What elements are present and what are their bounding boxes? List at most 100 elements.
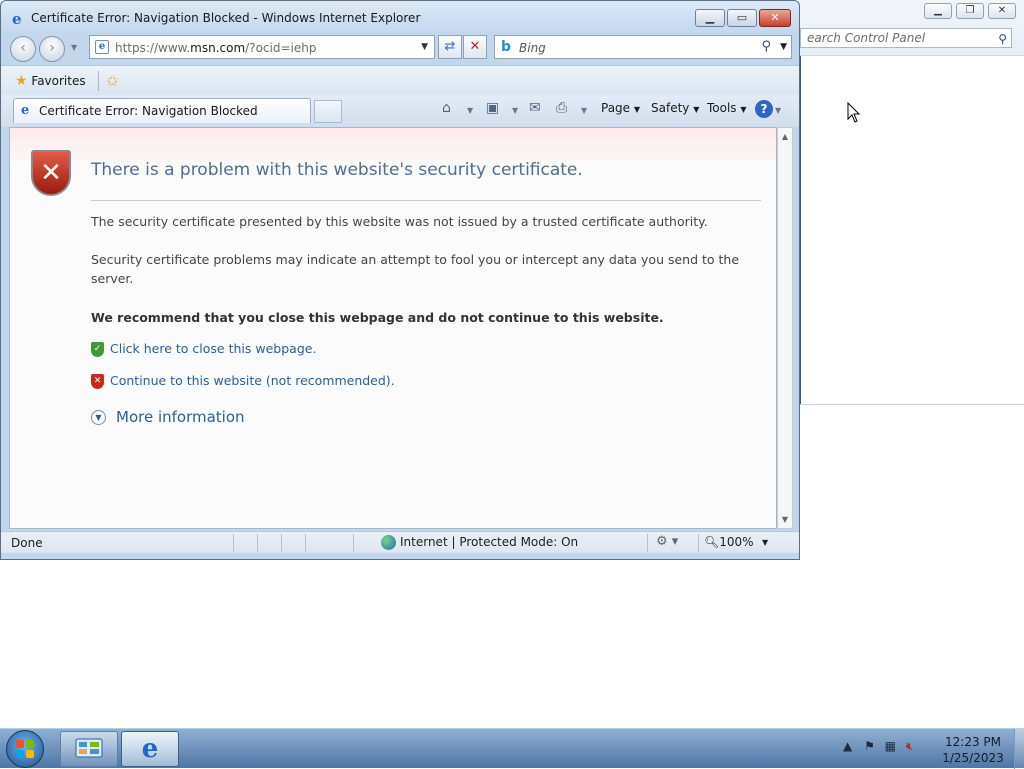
cp-minimize-button[interactable]: ▁ (924, 3, 952, 19)
scroll-up-arrow-icon[interactable]: ▲ (778, 132, 792, 141)
tab-certificate-error[interactable]: e Certificate Error: Navigation Blocked (13, 98, 311, 123)
favorites-label: Favorites (31, 74, 86, 88)
more-information-toggle[interactable]: ▼ More information (91, 408, 245, 426)
help-icon[interactable]: ? (755, 100, 773, 118)
address-url: https://www.msn.com/?ocid=iehp (115, 41, 317, 55)
feeds-icon[interactable]: ▣ (486, 100, 499, 116)
chevron-down-icon: ▼ (633, 105, 641, 114)
favorites-button[interactable]: ★ Favorites (15, 73, 86, 89)
search-placeholder: Bing (519, 41, 546, 55)
print-icon[interactable]: ⎙ (556, 100, 567, 116)
recommendation-text: We recommend that you close this webpage… (91, 310, 664, 325)
popup-blocker-icon[interactable]: ⚙ ▾ (656, 534, 678, 549)
window-title: Certificate Error: Navigation Blocked - … (31, 11, 421, 25)
feeds-dropdown-icon[interactable]: ▼ (512, 106, 518, 115)
stop-button[interactable]: ✕ (463, 35, 487, 59)
more-information-label: More information (116, 408, 245, 426)
heading-divider (91, 200, 761, 201)
status-separator (353, 534, 354, 552)
search-icon[interactable]: ⚲ (998, 30, 1007, 47)
taskbar-control-panel-button[interactable] (60, 731, 118, 767)
control-panel-icon (75, 738, 103, 758)
zoom-icon: 🔍︎ (704, 535, 720, 549)
chevron-down-icon: ▼ (693, 105, 700, 114)
back-button[interactable]: ‹ (10, 36, 36, 62)
command-bar: e Certificate Error: Navigation Blocked … (1, 95, 799, 127)
zoom-dropdown-icon[interactable]: ▼ (762, 538, 768, 547)
home-icon[interactable]: ⌂ (442, 100, 451, 116)
search-options-dropdown-icon[interactable]: ▼ (780, 42, 787, 52)
status-separator (281, 534, 282, 552)
continue-website-row[interactable]: ✕ Continue to this website (not recommend… (91, 373, 395, 389)
internet-explorer-icon: e (141, 734, 159, 764)
taskbar: e ▲ ⚑ ▦ 🔇︎ 12:23 PM 1/25/2023 (0, 728, 1024, 769)
vertical-scrollbar[interactable]: ▲ ▼ (777, 127, 793, 529)
forward-button[interactable]: › (39, 36, 65, 62)
error-paragraph-2: Security certificate problems may indica… (91, 252, 740, 286)
tools-menu-button[interactable]: Tools ▼ (707, 101, 747, 115)
safety-menu-button[interactable]: Safety ▼ (651, 101, 699, 115)
control-panel-window: ▁ ❐ ✕ earch Control Panel ⚲ (790, 0, 1024, 405)
taskbar-internet-explorer-button[interactable]: e (121, 731, 179, 767)
control-panel-search-input[interactable]: earch Control Panel ⚲ (800, 28, 1012, 48)
read-mail-icon[interactable]: ✉ (529, 100, 541, 116)
status-separator (233, 534, 234, 552)
search-box[interactable]: b Bing ⚲ ▼ (494, 35, 792, 59)
action-center-flag-icon[interactable]: ⚑ (864, 739, 875, 753)
ie-logo-icon: e (12, 10, 22, 28)
address-dropdown-icon[interactable]: ▼ (421, 42, 428, 52)
control-panel-titlebar: ▁ ❐ ✕ earch Control Panel ⚲ (790, 0, 1024, 56)
close-button[interactable]: ✕ (759, 9, 791, 27)
page-menu-button[interactable]: Page ▼ (601, 101, 640, 115)
minimize-button[interactable]: ▁ (695, 9, 725, 27)
windows-logo-icon (16, 740, 34, 758)
status-text: Done (11, 536, 43, 550)
close-webpage-link[interactable]: Click here to close this webpage. (110, 341, 316, 356)
ie-window: e Certificate Error: Navigation Blocked … (0, 0, 800, 560)
recent-pages-dropdown-icon[interactable]: ▼ (71, 43, 77, 52)
show-desktop-button[interactable] (1014, 729, 1024, 769)
error-paragraph-1: The security certificate presented by th… (91, 214, 708, 229)
status-separator (698, 534, 699, 552)
search-icon[interactable]: ⚲ (761, 39, 771, 54)
continue-to-website-link[interactable]: Continue to this website (not recommende… (110, 373, 395, 388)
green-shield-check-icon: ✓ (91, 342, 104, 357)
chevron-down-icon: ▼ (740, 105, 747, 114)
ie-titlebar[interactable]: e Certificate Error: Navigation Blocked … (1, 1, 799, 33)
red-shield-error-icon: ✕ (31, 150, 71, 196)
page-icon: e (95, 40, 109, 54)
maximize-button[interactable]: ▭ (727, 9, 757, 27)
notification-area: ▲ ⚑ ▦ 🔇︎ (843, 739, 913, 754)
cp-restore-button[interactable]: ❐ (956, 3, 984, 19)
status-bar: Done Internet | Protected Mode: On ⚙ ▾ 🔍… (1, 531, 799, 553)
tab-label: Certificate Error: Navigation Blocked (39, 104, 258, 118)
error-page-content: ✕ There is a problem with this website's… (9, 127, 777, 529)
home-dropdown-icon[interactable]: ▼ (467, 106, 473, 115)
volume-muted-icon[interactable]: 🔇︎ (906, 739, 914, 753)
refresh-button[interactable]: ⇄ (438, 35, 462, 59)
internet-globe-icon (381, 535, 396, 550)
clock-date: 1/25/2023 (942, 751, 1004, 765)
favorites-bar: ★ Favorites ✩ (1, 65, 799, 95)
security-zone[interactable]: Internet | Protected Mode: On (381, 535, 578, 550)
show-hidden-icons-arrow[interactable]: ▲ (843, 739, 852, 753)
start-button[interactable] (6, 730, 44, 768)
network-icon[interactable]: ▦ (885, 739, 896, 753)
error-heading: There is a problem with this website's s… (91, 160, 583, 180)
tools-menu-label: Tools (707, 101, 737, 115)
security-zone-label: Internet | Protected Mode: On (400, 535, 579, 549)
new-tab-button[interactable] (314, 100, 342, 123)
close-webpage-row[interactable]: ✓ Click here to close this webpage. (91, 341, 316, 357)
safety-menu-label: Safety (651, 101, 690, 115)
zoom-level-button[interactable]: 🔍︎100% (704, 535, 754, 549)
help-dropdown-icon[interactable]: ▼ (775, 106, 781, 115)
print-dropdown-icon[interactable]: ▼ (581, 106, 587, 115)
cp-close-button[interactable]: ✕ (988, 3, 1016, 19)
favorites-star-icon: ★ (15, 73, 28, 89)
expand-chevron-icon: ▼ (91, 410, 106, 425)
taskbar-clock[interactable]: 12:23 PM 1/25/2023 (938, 734, 1008, 766)
add-to-favorites-bar-icon[interactable]: ✩ (106, 72, 119, 90)
address-bar[interactable]: e https://www.msn.com/?ocid=iehp ▼ (89, 35, 435, 59)
scroll-down-arrow-icon[interactable]: ▼ (778, 515, 792, 524)
bing-logo-icon: b (501, 39, 512, 55)
